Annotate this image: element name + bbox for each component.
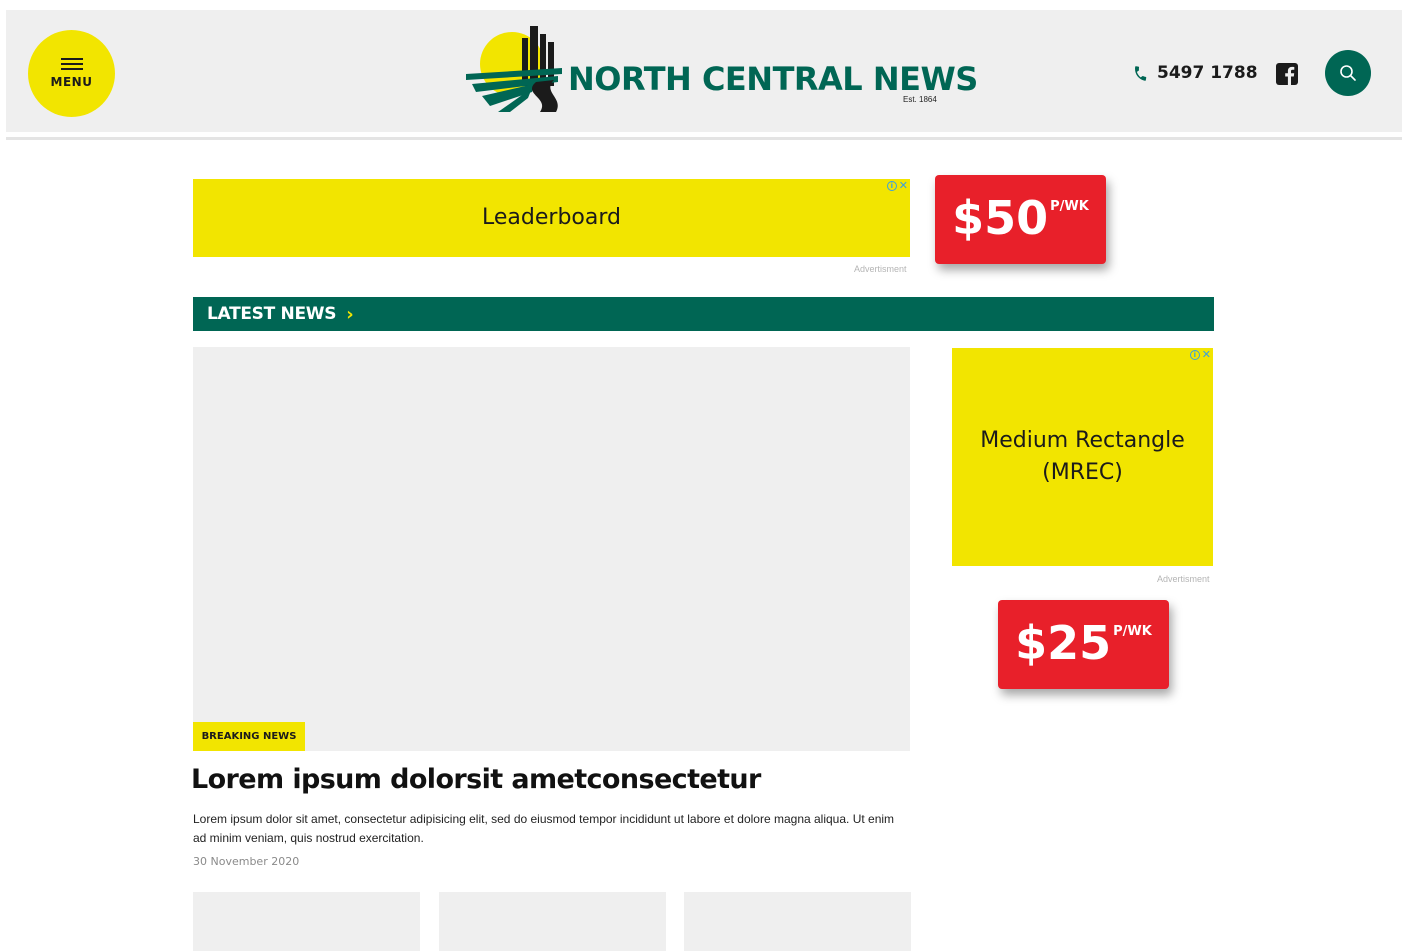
adchoices-icon[interactable]: i [886,181,897,191]
site-logo[interactable]: NORTH CENTRAL NEWS Est. 1864 [462,22,978,114]
story-card[interactable] [193,892,420,951]
story-card[interactable] [439,892,666,951]
feature-summary: Lorem ipsum dolor sit amet, consectetur … [193,812,895,845]
leaderboard-label: Leaderboard [482,205,621,231]
phone-number: 5497 1788 [1157,63,1258,83]
hamburger-icon [60,58,83,70]
leaderboard-caption: Advertisment [854,264,907,274]
mrec-price-tag: $25 P/WK [998,600,1169,689]
close-icon[interactable]: ✕ [899,180,908,191]
page-edge [1402,10,1408,951]
logo-emblem [466,26,562,112]
mrec-price: $25 [1015,616,1112,670]
mrec-ad[interactable]: Medium Rectangle (MREC) i ✕ [952,348,1213,566]
mrec-caption: Advertisment [1157,574,1210,584]
adchoices-control[interactable]: i ✕ [1189,349,1211,360]
chevron-right-icon: › [346,303,354,325]
adchoices-icon[interactable]: i [1189,350,1200,360]
feature-image[interactable] [193,347,910,751]
close-icon[interactable]: ✕ [1202,349,1211,360]
menu-button[interactable]: MENU [28,30,115,117]
search-button[interactable] [1325,50,1371,96]
leaderboard-ad[interactable]: Leaderboard i ✕ [193,179,910,257]
leaderboard-price-tag: $50 P/WK [935,175,1106,264]
story-card[interactable] [684,892,911,951]
breaking-news-badge: BREAKING NEWS [193,722,305,751]
latest-news-heading[interactable]: LATEST NEWS › [193,297,1214,331]
phone-icon [1135,65,1147,81]
phone-contact[interactable]: 5497 1788 [1132,63,1258,83]
header-divider [6,137,1402,140]
mrec-label-line2: (MREC) [1042,460,1123,485]
feature-date: 30 November 2020 [193,855,300,868]
leaderboard-price-period: P/WK [1050,199,1089,214]
search-icon [1340,65,1356,81]
mrec-label-line1: Medium Rectangle [980,428,1185,454]
adchoices-control[interactable]: i ✕ [886,180,908,191]
menu-label: MENU [50,75,93,89]
mrec-price-period: P/WK [1113,624,1152,639]
logo-established: Est. 1864 [903,95,937,104]
facebook-icon[interactable] [1276,63,1298,85]
logo-title: NORTH CENTRAL NEWS [568,60,978,98]
leaderboard-price: $50 [952,191,1049,245]
mrec-label: Medium Rectangle (MREC) [980,425,1185,489]
feature-headline[interactable]: Lorem ipsum dolorsit ametconsectetur [191,764,761,795]
latest-news-label: LATEST NEWS [207,304,337,324]
